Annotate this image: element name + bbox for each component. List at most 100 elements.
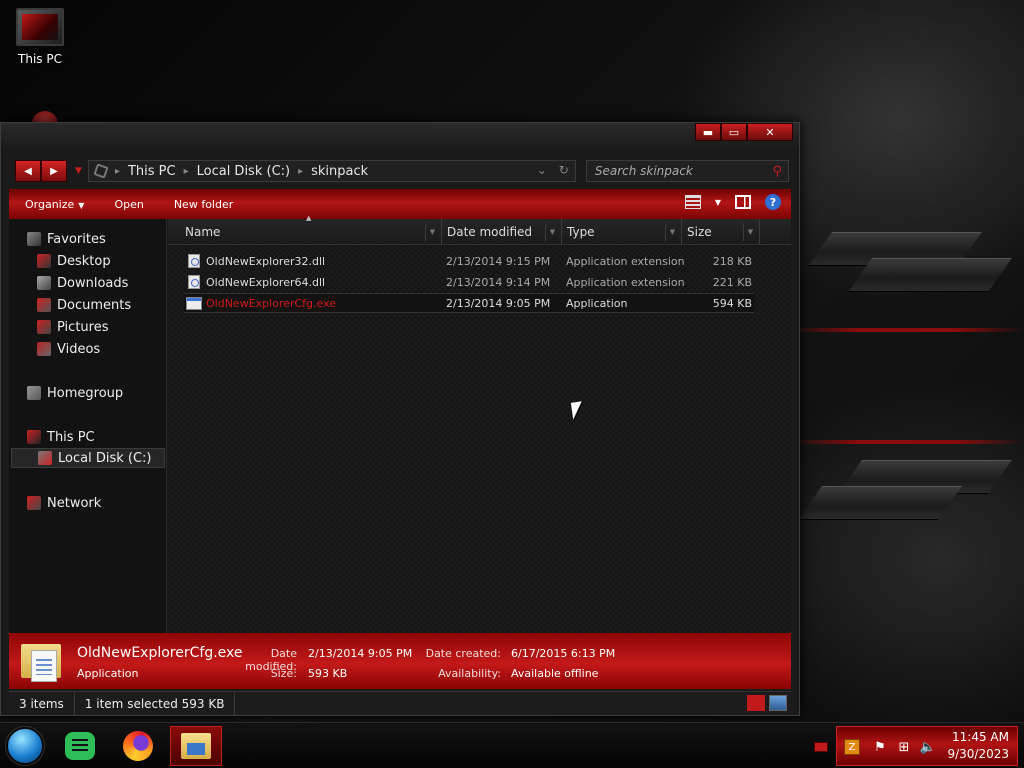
nav-desktop[interactable]: Desktop (37, 251, 111, 271)
action-center-flag-icon[interactable]: ⚑ (872, 739, 888, 755)
column-date-label: Date modified (447, 225, 533, 239)
taskbar-firefox[interactable] (112, 726, 164, 766)
help-icon[interactable]: ? (765, 194, 781, 210)
nav-this-pc-label: This PC (47, 429, 95, 445)
taskbar: Z ⚑ ⊞ 🔈 11:45 AM 9/30/2023 (0, 722, 1024, 768)
column-name[interactable]: Name ▼ (180, 219, 442, 245)
search-input[interactable]: Search skinpack ⚲ (585, 160, 789, 182)
file-name: OldNewExplorer64.dll (206, 275, 326, 289)
taskbar-file-explorer[interactable] (170, 726, 222, 766)
status-bar: 3 items 1 item selected 593 KB (9, 691, 791, 715)
large-icons-view-icon[interactable] (769, 695, 787, 711)
address-dropdown-icon[interactable]: ⌄ (537, 163, 547, 177)
monitor-icon (16, 8, 64, 46)
nav-this-pc[interactable]: This PC (27, 427, 95, 447)
start-button[interactable] (6, 727, 44, 765)
nav-favorites-label: Favorites (47, 231, 106, 247)
breadcrumb-local-disk[interactable]: Local Disk (C:) (197, 164, 290, 179)
nav-downloads[interactable]: Downloads (37, 273, 128, 293)
firefox-icon (123, 731, 153, 761)
open-button[interactable]: Open (114, 198, 143, 211)
column-type-label: Type (567, 225, 595, 239)
location-icon (93, 163, 109, 179)
column-type[interactable]: Type ▼ (562, 219, 682, 245)
nav-documents[interactable]: Documents (37, 295, 131, 315)
breadcrumb-this-pc[interactable]: This PC (128, 164, 176, 179)
chevron-down-icon: ▼ (78, 200, 85, 210)
close-button[interactable]: ✕ (747, 123, 793, 141)
clock[interactable]: 11:45 AM 9/30/2023 (947, 729, 1009, 763)
minimize-button[interactable]: ▬ (695, 123, 721, 141)
pictures-icon (37, 320, 51, 334)
back-button[interactable]: ◀ (15, 160, 41, 182)
view-options-chevron-icon[interactable]: ▼ (715, 198, 721, 207)
recent-locations-button[interactable]: ▼ (75, 166, 82, 176)
nav-videos-label: Videos (57, 341, 101, 357)
file-date: 2/13/2014 9:05 PM (446, 296, 551, 310)
desktop-icon-label: This PC (18, 52, 62, 66)
refresh-icon[interactable]: ↻ (559, 163, 569, 177)
new-folder-button[interactable]: New folder (174, 198, 233, 211)
file-row-selected[interactable]: OldNewExplorerCfg.exe 2/13/2014 9:05 PM … (184, 293, 754, 313)
navigation-bar: ◀ ▶ ▼ ▸ This PC ▸ Local Disk (C:) ▸ skin… (15, 159, 789, 183)
desktop-icon (37, 254, 51, 268)
taskbar-notes-app[interactable] (54, 726, 106, 766)
column-dropdown-icon[interactable]: ▼ (425, 223, 439, 241)
search-icon[interactable]: ⚲ (772, 164, 782, 179)
app-tray-icon[interactable]: Z (844, 739, 860, 755)
command-bar: Organize ▼ Open New folder ▼ ? (9, 189, 791, 219)
file-name: OldNewExplorerCfg.exe (206, 296, 337, 310)
column-dropdown-icon[interactable]: ▼ (665, 223, 679, 241)
breadcrumb-separator[interactable]: ▸ (298, 166, 303, 177)
maximize-button[interactable]: ▭ (721, 123, 747, 141)
details-pane: OldNewExplorerCfg.exe Application Date m… (9, 633, 791, 689)
column-name-label: Name (185, 225, 221, 239)
address-bar[interactable]: ▸ This PC ▸ Local Disk (C:) ▸ skinpack ⌄… (87, 160, 576, 182)
application-large-icon (21, 638, 63, 684)
details-view-icon[interactable] (747, 695, 765, 711)
column-date-modified[interactable]: Date modified ▼ (442, 219, 562, 245)
show-hidden-icons-button[interactable] (814, 742, 828, 752)
file-row[interactable]: OldNewExplorer32.dll 2/13/2014 9:15 PM A… (184, 251, 754, 271)
status-selection: 1 item selected 593 KB (75, 692, 236, 715)
column-dropdown-icon[interactable]: ▼ (545, 223, 559, 241)
column-size[interactable]: Size ▼ (682, 219, 760, 245)
volume-icon[interactable]: 🔈 (920, 739, 936, 755)
network-tray-icon[interactable]: ⊞ (896, 739, 912, 755)
nav-favorites[interactable]: Favorites (27, 229, 106, 249)
title-bar[interactable]: ▬ ▭ ✕ (1, 123, 799, 153)
status-item-count: 3 items (9, 692, 75, 715)
nav-downloads-label: Downloads (57, 275, 129, 291)
breadcrumb-skinpack[interactable]: skinpack (311, 164, 368, 179)
date-modified-value: 2/13/2014 9:05 PM (308, 647, 413, 660)
forward-button[interactable]: ▶ (41, 160, 67, 182)
clock-date: 9/30/2023 (947, 747, 1009, 761)
preview-pane-icon[interactable] (735, 195, 751, 209)
nav-network[interactable]: Network (27, 493, 101, 513)
videos-icon (37, 342, 51, 356)
date-created-value: 6/17/2015 6:13 PM (511, 647, 616, 660)
breadcrumb-separator[interactable]: ▸ (184, 166, 189, 177)
file-size: 594 KB (712, 296, 752, 310)
file-size: 218 KB (712, 254, 752, 268)
column-headers: ▲ Name ▼ Date modified ▼ Type ▼ Size ▼ (168, 214, 791, 245)
desktop-icon-this-pc[interactable]: This PC (10, 8, 70, 66)
navigation-pane: Favorites Desktop Downloads Documents Pi… (9, 219, 167, 633)
change-view-icon[interactable] (684, 195, 701, 209)
availability-value: Available offline (511, 667, 599, 680)
notes-app-icon (65, 732, 95, 760)
nav-documents-label: Documents (57, 297, 132, 313)
column-dropdown-icon[interactable]: ▼ (743, 223, 757, 241)
nav-homegroup[interactable]: Homegroup (27, 383, 123, 403)
clock-time: 11:45 AM (952, 730, 1009, 744)
downloads-icon (37, 276, 51, 290)
file-row[interactable]: OldNewExplorer64.dll 2/13/2014 9:14 PM A… (184, 272, 754, 292)
dll-file-icon (188, 275, 200, 289)
nav-pictures[interactable]: Pictures (37, 317, 108, 337)
details-file-name: OldNewExplorerCfg.exe (77, 645, 243, 661)
breadcrumb-separator[interactable]: ▸ (115, 166, 120, 177)
organize-button[interactable]: Organize ▼ (25, 198, 84, 211)
nav-local-disk[interactable]: Local Disk (C:) (11, 448, 165, 468)
nav-videos[interactable]: Videos (37, 339, 100, 359)
dll-file-icon (188, 254, 200, 268)
